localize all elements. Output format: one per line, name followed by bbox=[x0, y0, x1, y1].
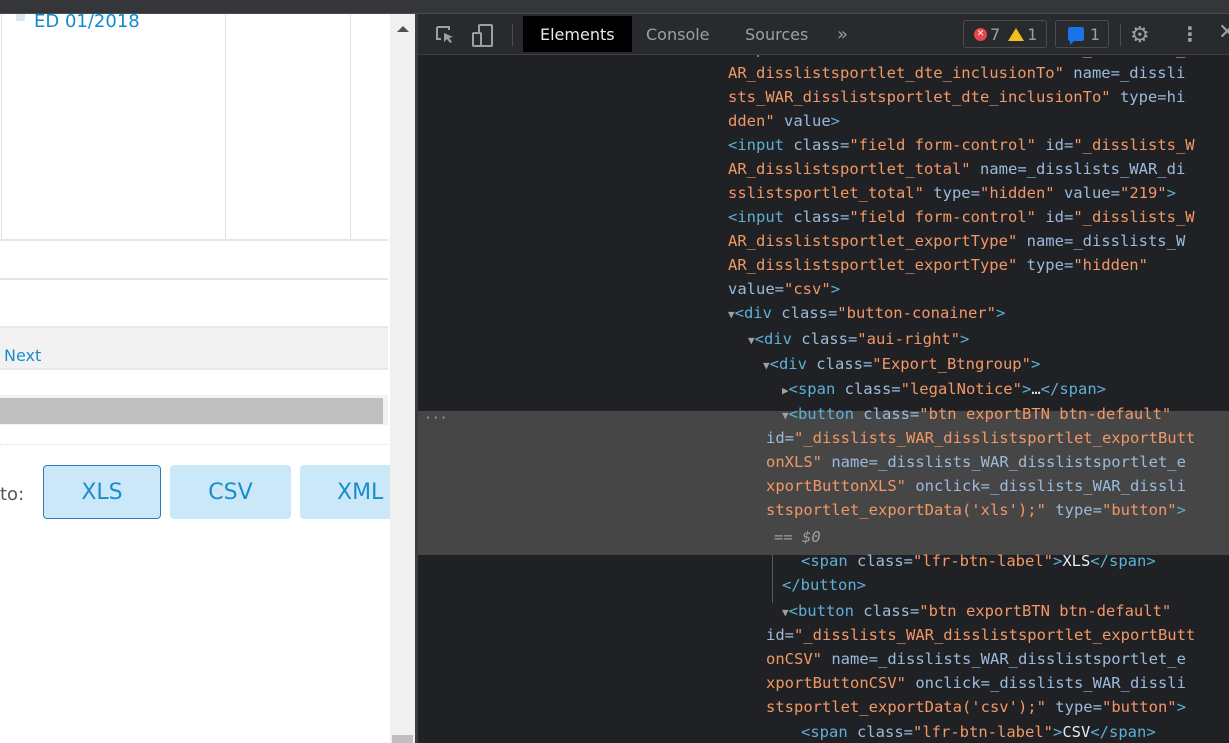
warning-icon bbox=[1008, 27, 1025, 41]
devtools-toolbar: Elements Console Sources » ✕ 7 1 1 ⚙ ⋮ ✕ bbox=[418, 14, 1229, 55]
dom-tree-line[interactable]: <span class="lfr-btn-label">XLS</span> bbox=[801, 549, 1156, 573]
node-menu-icon[interactable]: ··· bbox=[424, 411, 447, 426]
message-icon bbox=[1068, 27, 1084, 45]
elements-tree: ··· <input class="field form-control" id… bbox=[418, 55, 1229, 743]
tab-elements[interactable]: Elements bbox=[523, 16, 632, 52]
gray-bar-container bbox=[0, 395, 388, 425]
dom-tree-line[interactable]: sts_WAR_disslistsportlet_dte_inclusionTo… bbox=[728, 85, 1185, 109]
warning-count: 1 bbox=[1027, 24, 1038, 44]
dom-tree-line[interactable]: <input class="field form-control" id="_d… bbox=[728, 133, 1195, 157]
toolbar-separator bbox=[1120, 24, 1121, 46]
list-bullet bbox=[16, 14, 25, 21]
dom-tree-line[interactable]: onCSV" name=_disslists_WAR_disslistsport… bbox=[766, 647, 1186, 671]
devtools-panel: Elements Console Sources » ✕ 7 1 1 ⚙ ⋮ ✕… bbox=[418, 14, 1229, 743]
tree-guide-line bbox=[772, 555, 773, 603]
table-bottom-border bbox=[0, 239, 388, 241]
pagination-bar: Next bbox=[0, 326, 388, 370]
dom-tree-line[interactable]: stsportlet_exportData('xls');" type="but… bbox=[766, 498, 1186, 522]
toolbar-separator bbox=[512, 24, 513, 46]
table-border bbox=[225, 14, 226, 240]
dom-tree-line[interactable]: id="_disslists_WAR_disslistsportlet_expo… bbox=[766, 426, 1195, 450]
export-xls-button[interactable]: XLS bbox=[43, 465, 161, 519]
dom-tree-line[interactable]: <span class="lfr-btn-label">CSV</span> bbox=[801, 720, 1156, 743]
settings-gear-icon[interactable]: ⚙ bbox=[1130, 23, 1150, 48]
device-toolbar-icon[interactable] bbox=[472, 24, 494, 52]
dom-tree-line[interactable]: id="_disslists_WAR_disslistsportlet_expo… bbox=[766, 623, 1195, 647]
export-xml-button[interactable]: XML bbox=[300, 465, 390, 519]
dom-tree-line[interactable]: stsportlet_exportData('csv');" type="but… bbox=[766, 695, 1186, 719]
dom-tree-line[interactable]: value="csv"> bbox=[728, 277, 840, 301]
close-devtools-icon[interactable]: ✕ bbox=[1218, 20, 1229, 45]
document-link[interactable]: ED 01/2018 bbox=[34, 14, 140, 32]
dom-tree-line[interactable]: sslistsportlet_total" type="hidden" valu… bbox=[728, 181, 1176, 205]
dom-tree-line[interactable]: xportButtonXLS" onclick=_disslists_WAR_d… bbox=[766, 474, 1186, 498]
collapse-triangle-icon[interactable]: ▼ bbox=[782, 606, 789, 619]
selected-node-marker: == $0 bbox=[774, 528, 821, 546]
error-count: 7 bbox=[990, 24, 1001, 44]
dom-tree-line[interactable]: dden" value> bbox=[728, 109, 840, 133]
dom-tree-line[interactable]: <input class="field form-control" id="_d… bbox=[728, 205, 1195, 229]
export-csv-button[interactable]: CSV bbox=[170, 465, 291, 519]
inspect-element-icon[interactable] bbox=[434, 24, 456, 50]
scroll-up-icon[interactable] bbox=[397, 26, 409, 32]
dom-tree-line[interactable]: AR_disslistsportlet_exportType" type="hi… bbox=[728, 253, 1148, 277]
collapse-triangle-icon[interactable]: ▼ bbox=[728, 308, 735, 321]
gray-bar bbox=[0, 398, 383, 424]
collapse-triangle-icon[interactable]: ▼ bbox=[763, 359, 770, 372]
dom-tree-line[interactable]: ▼<div class="button-conainer"> bbox=[728, 301, 1005, 325]
more-tabs-icon[interactable]: » bbox=[820, 16, 865, 52]
scrollbar-thumb[interactable] bbox=[392, 735, 413, 743]
webpage-viewport: ED 01/2018 Next to: XLS CSV XML bbox=[0, 14, 390, 743]
dom-tree-line[interactable]: onXLS" name=_disslists_WAR_disslistsport… bbox=[766, 450, 1186, 474]
dom-tree-line[interactable]: ▼<button class="btn exportBTN btn-defaul… bbox=[782, 599, 1171, 623]
tab-sources[interactable]: Sources bbox=[728, 16, 825, 52]
dom-tree-line[interactable]: AR_disslistsportlet_dte_inclusionTo" nam… bbox=[728, 61, 1185, 85]
dom-tree-line[interactable]: </button> bbox=[782, 573, 866, 597]
dom-tree-line[interactable]: ▼<button class="btn exportBTN btn-defaul… bbox=[782, 402, 1171, 426]
error-icon: ✕ bbox=[974, 27, 987, 41]
tab-console[interactable]: Console bbox=[629, 16, 727, 52]
page-scrollbar[interactable] bbox=[390, 14, 415, 743]
collapse-triangle-icon[interactable]: ▼ bbox=[782, 409, 789, 422]
message-count: 1 bbox=[1090, 24, 1101, 44]
dom-tree-line[interactable]: xportButtonCSV" onclick=_disslists_WAR_d… bbox=[766, 671, 1186, 695]
dotted-divider bbox=[0, 444, 388, 445]
export-label: to: bbox=[0, 484, 25, 505]
expand-triangle-icon[interactable]: ▶ bbox=[782, 384, 789, 397]
collapse-triangle-icon[interactable]: ▼ bbox=[748, 334, 755, 347]
dom-tree-line[interactable]: ▼<div class="Export_Btngroup"> bbox=[763, 352, 1040, 376]
dom-tree-line[interactable]: ▼<div class="aui-right"> bbox=[748, 327, 969, 351]
dom-tree-line[interactable]: ▶<span class="legalNotice">…</span> bbox=[782, 377, 1106, 401]
dom-tree-line[interactable]: AR_disslistsportlet_total" name=_disslis… bbox=[728, 157, 1185, 181]
table-border bbox=[1, 14, 2, 240]
issues-badge[interactable]: ✕ 7 1 bbox=[963, 20, 1047, 48]
dom-tree-line[interactable]: AR_disslistsportlet_exportType" name=_di… bbox=[728, 229, 1185, 253]
more-options-icon[interactable]: ⋮ bbox=[1180, 22, 1200, 46]
table-border bbox=[350, 14, 351, 240]
browser-top-bar bbox=[0, 0, 1229, 14]
divider bbox=[0, 278, 388, 280]
pager-next-link[interactable]: Next bbox=[4, 346, 41, 365]
messages-badge[interactable]: 1 bbox=[1055, 20, 1109, 48]
